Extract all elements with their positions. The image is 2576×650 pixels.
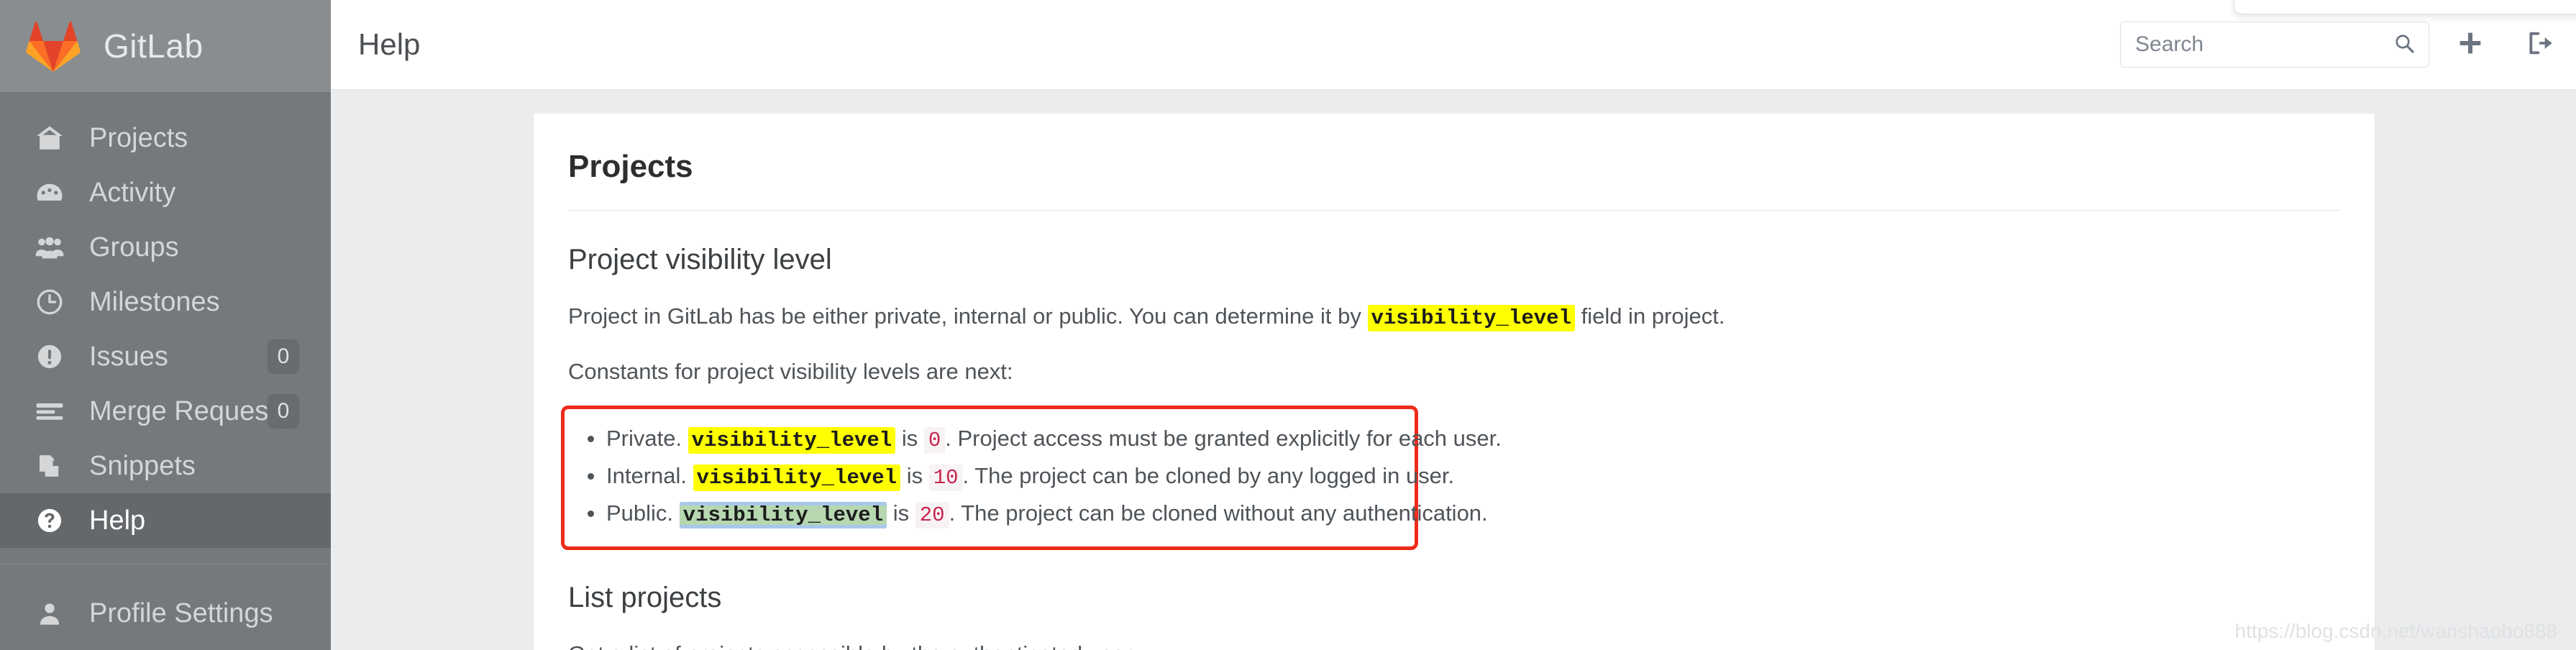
sidebar-nav-primary: Projects Activity Groups Milestones Issu… bbox=[0, 92, 331, 548]
level-value: 20 bbox=[915, 502, 949, 529]
plus-icon bbox=[2456, 29, 2485, 61]
gitlab-logo-icon bbox=[26, 20, 81, 72]
level-value: 0 bbox=[923, 426, 946, 454]
help-document-card: Projects Project visibility level Projec… bbox=[534, 114, 2375, 650]
sign-out-icon bbox=[2525, 29, 2554, 61]
users-icon bbox=[29, 230, 70, 265]
brand-header[interactable]: GitLab bbox=[0, 0, 331, 92]
question-icon bbox=[29, 503, 70, 538]
level-name: Private. bbox=[606, 425, 682, 451]
level-name: Internal. bbox=[606, 463, 688, 489]
visibility-levels-list: Private. visibility_level is 0. Project … bbox=[579, 421, 1502, 534]
sidebar-item-label: Groups bbox=[89, 232, 179, 262]
clock-icon bbox=[29, 285, 70, 319]
sidebar-item-label: Projects bbox=[89, 123, 188, 153]
sidebar-item-label: Profile Settings bbox=[89, 598, 273, 628]
visibility-callout-box: Private. visibility_level is 0. Project … bbox=[561, 405, 1502, 550]
visibility-level-code: visibility_level bbox=[688, 426, 896, 454]
top-header: Help bbox=[331, 0, 2576, 90]
sidebar-item-label: Issues bbox=[89, 342, 168, 372]
constants-line: Constants for project visibility levels … bbox=[568, 358, 1013, 384]
visibility-level-code-selected: visibility_level bbox=[679, 502, 887, 529]
list-item: Internal. visibility_level is 10. The pr… bbox=[588, 458, 1454, 495]
sidebar-item-activity[interactable]: Activity bbox=[0, 165, 331, 220]
main-content: Projects Project visibility level Projec… bbox=[331, 90, 2576, 650]
sidebar-item-issues[interactable]: Issues 0 bbox=[0, 329, 331, 384]
level-description: . The project can be cloned without any … bbox=[949, 500, 1488, 526]
dashboard-icon bbox=[29, 175, 70, 210]
sidebar-item-merge-requests[interactable]: Merge Requests 0 bbox=[0, 384, 331, 439]
sidebar: GitLab Projects Activity Groups Mileston… bbox=[0, 0, 331, 650]
is-label: is bbox=[901, 425, 918, 451]
search-box[interactable] bbox=[2120, 22, 2429, 68]
brand-title: GitLab bbox=[104, 27, 204, 65]
app-root: GitLab Projects Activity Groups Mileston… bbox=[0, 0, 2576, 650]
sidebar-item-label: Help bbox=[89, 505, 146, 536]
doc-heading-projects: Projects bbox=[568, 149, 693, 184]
doc-heading-visibility-level: Project visibility level bbox=[568, 243, 832, 275]
heading-divider bbox=[568, 209, 2340, 211]
home-icon bbox=[29, 121, 70, 155]
level-name: Public. bbox=[606, 500, 674, 526]
sidebar-nav-secondary: Profile Settings bbox=[0, 564, 331, 641]
doc-heading-list-projects: List projects bbox=[568, 581, 722, 613]
visibility-intro-paragraph: Project in GitLab has be either private,… bbox=[568, 301, 2340, 332]
level-description: . The project can be cloned by any logge… bbox=[962, 463, 1455, 489]
level-description: . Project access must be granted explici… bbox=[945, 425, 1502, 451]
sidebar-item-label: Merge Requests bbox=[89, 396, 290, 426]
list-item: Public. visibility_level is 20. The proj… bbox=[588, 495, 1488, 533]
visibility-intro-before: Project in GitLab has be either private,… bbox=[568, 303, 1361, 329]
visibility-level-code-inline: visibility_level bbox=[1367, 304, 1575, 331]
merge-list-icon bbox=[29, 394, 70, 429]
status-badge: 0 bbox=[268, 394, 299, 429]
list-item: Private. visibility_level is 0. Project … bbox=[588, 421, 1502, 458]
sidebar-item-label: Activity bbox=[89, 178, 176, 208]
sidebar-item-snippets[interactable]: Snippets bbox=[0, 439, 331, 493]
sign-out-button[interactable] bbox=[2521, 27, 2557, 63]
level-value: 10 bbox=[928, 464, 963, 492]
search-icon[interactable] bbox=[2393, 32, 2416, 58]
snippet-icon bbox=[29, 449, 70, 483]
is-label: is bbox=[906, 463, 923, 489]
top-overlay-panel bbox=[2234, 0, 2576, 14]
sidebar-item-milestones[interactable]: Milestones bbox=[0, 275, 331, 329]
new-item-button[interactable] bbox=[2452, 27, 2488, 63]
user-icon bbox=[29, 596, 70, 631]
is-label: is bbox=[892, 500, 910, 526]
status-badge: 0 bbox=[268, 339, 299, 374]
sidebar-item-profile-settings[interactable]: Profile Settings bbox=[0, 586, 331, 641]
list-projects-description: Get a list of projects accessible by the… bbox=[568, 639, 2340, 650]
sidebar-item-label: Snippets bbox=[89, 451, 196, 481]
visibility-intro-after: field in project. bbox=[1581, 303, 1725, 329]
visibility-level-code: visibility_level bbox=[693, 464, 901, 492]
exclamation-icon bbox=[29, 339, 70, 374]
search-input[interactable] bbox=[2134, 32, 2393, 58]
page-title: Help bbox=[358, 27, 421, 61]
sidebar-item-projects[interactable]: Projects bbox=[0, 111, 331, 165]
sidebar-item-label: Milestones bbox=[89, 287, 220, 317]
sidebar-item-groups[interactable]: Groups bbox=[0, 220, 331, 275]
sidebar-item-help[interactable]: Help bbox=[0, 493, 331, 548]
